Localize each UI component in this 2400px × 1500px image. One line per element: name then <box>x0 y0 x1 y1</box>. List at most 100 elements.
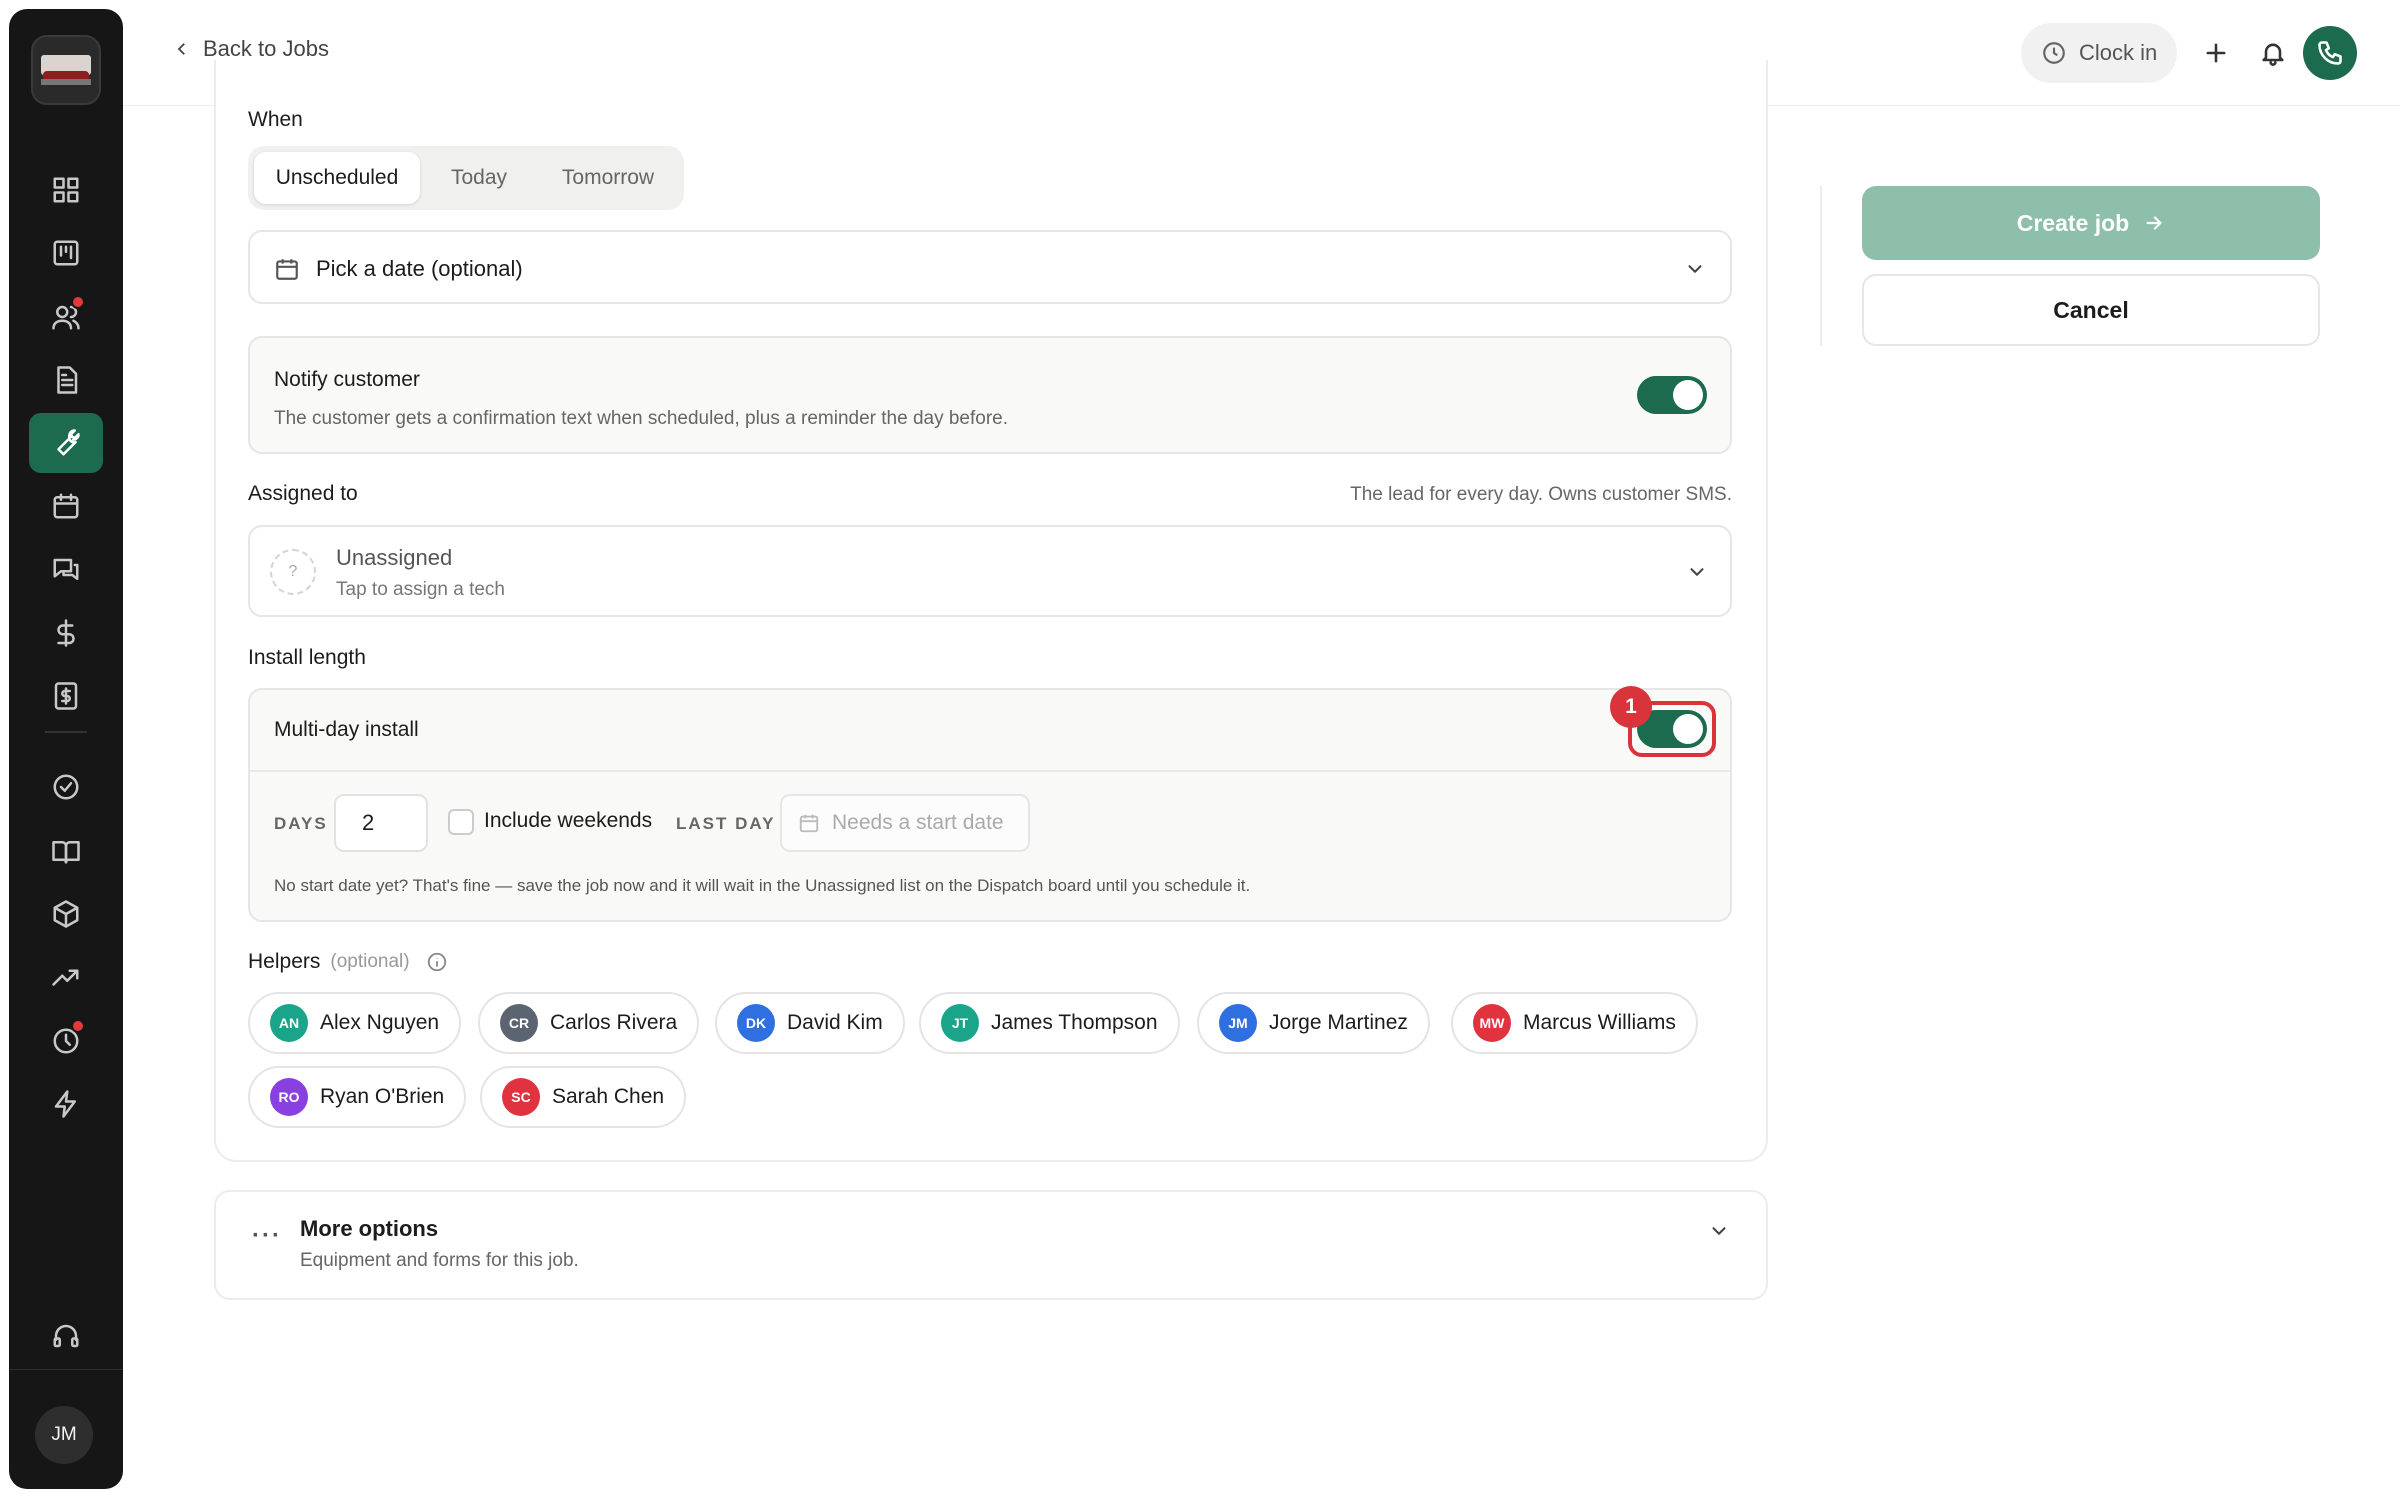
back-to-jobs-link[interactable]: Back to Jobs <box>173 36 329 62</box>
check-circle-icon[interactable] <box>29 757 103 817</box>
include-weekends-checkbox[interactable] <box>448 809 474 835</box>
days-label: DAYS <box>274 814 328 833</box>
kanban-icon[interactable] <box>29 223 103 283</box>
helpers-label: Helpers <box>248 950 321 973</box>
create-job-button[interactable]: Create job <box>1862 186 2320 260</box>
helper-avatar: SC <box>502 1078 540 1116</box>
helper-name: Marcus Williams <box>1523 1011 1676 1034</box>
date-placeholder: Pick a date (optional) <box>316 256 523 281</box>
box-icon[interactable] <box>29 884 103 944</box>
chevron-down-icon <box>1712 1227 1726 1235</box>
helper-chip[interactable]: MW Marcus Williams <box>1451 992 1698 1054</box>
helper-avatar: AN <box>270 1004 308 1042</box>
wrench-icon[interactable] <box>29 413 103 473</box>
create-job-label: Create job <box>2016 209 2130 236</box>
helper-chip[interactable]: RO Ryan O'Brien <box>248 1066 467 1128</box>
notification-dot <box>71 1019 85 1033</box>
calendar-icon[interactable] <box>29 476 103 536</box>
invoice-icon[interactable] <box>29 666 103 726</box>
date-picker-field[interactable]: Pick a date (optional) <box>248 230 1732 304</box>
notify-customer-panel: Notify customer The customer gets a conf… <box>248 336 1732 454</box>
helper-name: James Thompson <box>991 1011 1158 1034</box>
toggle-knob <box>1673 380 1703 410</box>
company-logo[interactable] <box>31 35 101 105</box>
dollar-icon[interactable] <box>29 603 103 663</box>
calendar-icon <box>276 259 298 280</box>
clock-icon <box>2043 42 2065 64</box>
helper-chip[interactable]: JT James Thompson <box>919 992 1180 1054</box>
notify-customer-toggle[interactable] <box>1637 376 1707 414</box>
chat-icon[interactable] <box>29 540 103 600</box>
bolt-icon[interactable] <box>29 1074 103 1134</box>
helper-avatar: DK <box>737 1004 775 1042</box>
cancel-button[interactable]: Cancel <box>1862 274 2320 346</box>
user-initials: JM <box>51 1424 77 1445</box>
helper-avatar: CR <box>500 1004 538 1042</box>
when-option-today[interactable]: Today <box>424 152 534 204</box>
phone-icon[interactable] <box>2303 26 2357 80</box>
helper-avatar: JT <box>941 1004 979 1042</box>
more-options-section[interactable]: ··· More options Equipment and forms for… <box>214 1190 1768 1300</box>
when-segmented-control: Unscheduled Today Tomorrow <box>248 146 684 210</box>
clock-in-label: Clock in <box>2079 40 2158 65</box>
chevron-down-icon <box>1690 568 1704 576</box>
calendar-icon <box>799 814 819 833</box>
when-label: When <box>248 108 303 131</box>
grid-icon[interactable] <box>29 160 103 220</box>
days-value: 2 <box>362 810 375 835</box>
nav-divider <box>45 731 87 733</box>
assigned-label: Assigned to <box>248 482 358 505</box>
step-badge: 1 <box>1610 686 1652 728</box>
back-label: Back to Jobs <box>203 36 329 61</box>
helper-chip[interactable]: CR Carlos Rivera <box>478 992 700 1054</box>
plus-icon[interactable] <box>2186 23 2246 83</box>
days-input[interactable]: 2 <box>334 794 428 852</box>
sidebar: JM <box>9 9 123 1489</box>
helper-name: Carlos Rivera <box>550 1011 678 1034</box>
helper-chip[interactable]: JM Jorge Martinez <box>1197 992 1430 1054</box>
helper-chip[interactable]: AN Alex Nguyen <box>248 992 462 1054</box>
helper-avatar: JM <box>1219 1004 1257 1042</box>
when-option-tomorrow[interactable]: Tomorrow <box>538 152 678 204</box>
clock-in-button[interactable]: Clock in <box>2021 23 2178 83</box>
install-divider <box>250 770 1730 772</box>
unassigned-avatar: ? <box>270 549 316 595</box>
book-icon[interactable] <box>29 821 103 881</box>
bell-icon[interactable] <box>2243 23 2303 83</box>
chevron-left-icon <box>177 43 185 55</box>
user-avatar[interactable]: JM <box>35 1406 93 1464</box>
more-options-subtitle: Equipment and forms for this job. <box>300 1250 579 1271</box>
assigned-subtext: Tap to assign a tech <box>336 579 505 600</box>
sidebar-divider <box>9 1369 123 1370</box>
last-day-label: LAST DAY <box>676 814 776 833</box>
helper-name: David Kim <box>787 1011 883 1034</box>
helper-avatar: RO <box>270 1078 308 1116</box>
when-option-unscheduled[interactable]: Unscheduled <box>254 152 420 204</box>
assigned-value: Unassigned <box>336 545 453 570</box>
helper-chip[interactable]: DK David Kim <box>715 992 905 1054</box>
helper-chip[interactable]: SC Sarah Chen <box>480 1066 687 1128</box>
users-icon[interactable] <box>29 287 103 347</box>
helper-name: Ryan O'Brien <box>320 1085 445 1108</box>
notify-description: The customer gets a confirmation text wh… <box>274 408 1009 429</box>
cancel-label: Cancel <box>2053 296 2129 323</box>
helper-name: Jorge Martinez <box>1269 1011 1408 1034</box>
trend-icon[interactable] <box>29 947 103 1007</box>
arrow-right-icon <box>2146 216 2162 230</box>
last-day-field: Needs a start date <box>780 794 1030 852</box>
actions-divider <box>1820 186 1822 346</box>
headset-icon[interactable] <box>29 1306 103 1366</box>
document-icon[interactable] <box>29 350 103 410</box>
notification-dot <box>71 295 85 309</box>
install-note: No start date yet? That's fine — save th… <box>274 876 1251 895</box>
notify-title: Notify customer <box>274 368 420 391</box>
helper-name: Alex Nguyen <box>320 1011 440 1034</box>
assign-tech-select[interactable]: ? Unassigned Tap to assign a tech <box>248 525 1732 617</box>
multiday-label: Multi-day install <box>274 718 419 741</box>
info-icon[interactable] <box>426 951 448 973</box>
clock-icon[interactable] <box>29 1011 103 1071</box>
helpers-header: Helpers (optional) <box>248 950 448 974</box>
assigned-hint: The lead for every day. Owns customer SM… <box>1350 484 1732 505</box>
helper-name: Sarah Chen <box>552 1085 665 1108</box>
include-weekends-label[interactable]: Include weekends <box>484 809 652 833</box>
